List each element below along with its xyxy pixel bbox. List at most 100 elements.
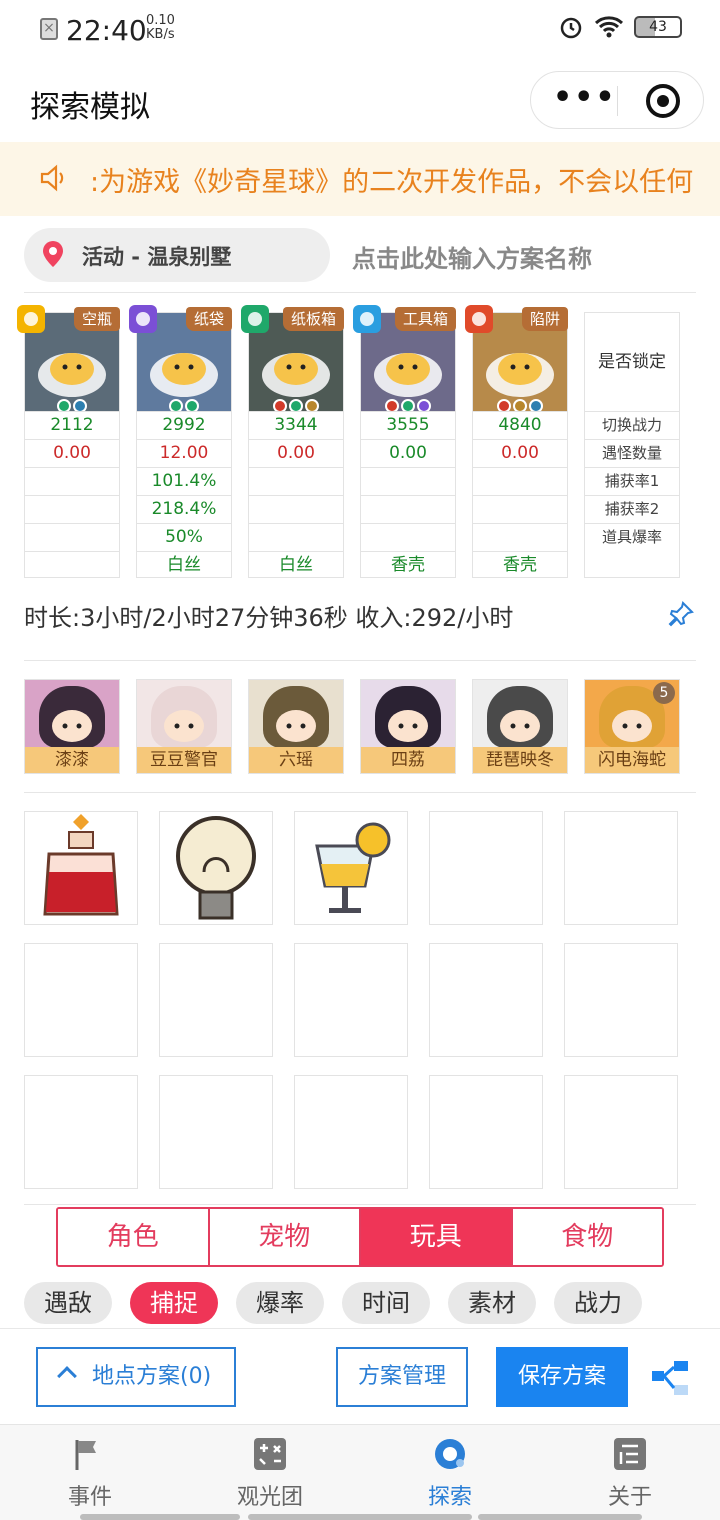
close-target-icon[interactable] [646, 84, 680, 118]
toy-slot-empty[interactable] [564, 1075, 678, 1189]
share-icon[interactable] [650, 1359, 690, 1399]
character-face [276, 710, 316, 742]
chevron-up-icon [57, 1366, 77, 1386]
wifi-icon [594, 16, 624, 38]
character-card[interactable]: 琵琶映冬 [472, 679, 568, 774]
lock-row[interactable]: 道具爆率 [585, 523, 679, 551]
plan-name-input[interactable]: 点击此处输入方案名称 [352, 239, 592, 274]
category-tabs: 角色 宠物 玩具 食物 [56, 1207, 664, 1267]
no-sim-icon: × [40, 18, 58, 40]
tab-role[interactable]: 角色 [58, 1209, 210, 1265]
miniprogram-capsule: ••• [530, 71, 704, 129]
toy-slot-empty[interactable] [429, 1075, 543, 1189]
nav-label: 事件 [67, 1485, 112, 1510]
character-card[interactable]: 六瑶 [248, 679, 344, 774]
divider [24, 792, 696, 793]
character-card[interactable]: 漆漆 [24, 679, 120, 774]
toy-slot-empty[interactable] [429, 943, 543, 1057]
character-name: 琵琶映冬 [473, 747, 567, 773]
character-card[interactable]: 闪电海蛇 5 [584, 679, 680, 774]
toy-slot-empty[interactable] [159, 943, 273, 1057]
flag-icon [75, 1440, 96, 1470]
character-face [164, 710, 204, 742]
capsule-divider [617, 86, 618, 116]
lock-row[interactable]: 捕获率1 [585, 467, 679, 495]
toy-slot-empty[interactable] [564, 811, 678, 925]
pet-catch2 [473, 495, 567, 523]
speed-unit: KB/s [146, 27, 175, 42]
toy-slot-empty[interactable] [294, 1075, 408, 1189]
filter-chip-material[interactable]: 素材 [448, 1282, 536, 1324]
toy-slot[interactable] [294, 811, 408, 925]
pet-item: 白丝 [249, 551, 343, 579]
location-plans-button[interactable]: 地点方案(0) [36, 1347, 236, 1407]
pet-power: 4840 [473, 411, 567, 439]
tab-toy[interactable]: 玩具 [361, 1209, 513, 1265]
toy-slot-empty[interactable] [159, 1075, 273, 1189]
pet-column[interactable]: 纸袋 2992 12.00 101.4% 218.4% 50% 白丝 [129, 305, 232, 579]
explore-icon [435, 1439, 465, 1469]
save-plan-button[interactable]: 保存方案 [496, 1347, 628, 1407]
pet-power: 2992 [137, 411, 231, 439]
action-bar: 地点方案(0) 方案管理 保存方案 [0, 1328, 720, 1424]
pin-icon[interactable] [668, 601, 694, 627]
page-title: 探索模拟 [30, 90, 150, 125]
tab-pet[interactable]: 宠物 [209, 1209, 361, 1265]
nav-item-about[interactable]: 关于 [570, 1437, 690, 1511]
character-card[interactable]: 四荔 [360, 679, 456, 774]
lock-row[interactable]: 遇怪数量 [585, 439, 679, 467]
alarm-icon [560, 17, 582, 39]
tab-food[interactable]: 食物 [512, 1209, 662, 1265]
toy-slot-empty[interactable] [564, 943, 678, 1057]
pet-column[interactable]: 陷阱 4840 0.00 香壳 [465, 305, 568, 578]
pet-catch2 [25, 495, 119, 523]
toy-slot-empty[interactable] [24, 943, 138, 1057]
character-name: 漆漆 [25, 747, 119, 773]
more-icon[interactable]: ••• [553, 80, 617, 115]
filter-chip-drop-rate[interactable]: 爆率 [236, 1282, 324, 1324]
element-icon [241, 305, 269, 333]
lock-row[interactable]: 切换战力 [585, 411, 679, 439]
lock-column: 是否锁定 切换战力 遇怪数量 捕获率1 捕获率2 道具爆率 [584, 312, 680, 578]
toy-slot-empty[interactable] [429, 811, 543, 925]
location-selector[interactable]: 活动 - 温泉别墅 [24, 228, 330, 282]
speed-value: 0.10 [146, 13, 175, 28]
toy-slot[interactable] [159, 811, 273, 925]
plan-manage-button[interactable]: 方案管理 [336, 1347, 468, 1407]
toy-slot[interactable] [24, 811, 138, 925]
light-bulb-icon [176, 816, 256, 920]
pet-power: 3555 [361, 411, 455, 439]
filter-chip-time[interactable]: 时间 [342, 1282, 430, 1324]
pet-item: 白丝 [137, 551, 231, 579]
pet-tag: 纸袋 [185, 307, 232, 331]
toy-slot-empty[interactable] [24, 1075, 138, 1189]
pet-column[interactable]: 空瓶 2112 0.00 [17, 305, 120, 578]
pet-tag: 空瓶 [73, 307, 120, 331]
pet-tag: 纸板箱 [282, 307, 344, 331]
character-card[interactable]: 豆豆警官 [136, 679, 232, 774]
pet-column[interactable]: 工具箱 3555 0.00 香壳 [353, 305, 456, 578]
nav-item-events[interactable]: 事件 [30, 1437, 150, 1511]
lock-row[interactable]: 捕获率2 [585, 495, 679, 523]
pet-column[interactable]: 纸板箱 3344 0.00 白丝 [241, 305, 344, 579]
pet-encounter: 0.00 [25, 439, 119, 467]
character-face [388, 710, 428, 742]
lock-header[interactable]: 是否锁定 [585, 313, 679, 411]
pet-catch1: 101.4% [137, 467, 231, 495]
toy-slot-empty[interactable] [294, 943, 408, 1057]
filter-chip-encounter[interactable]: 遇敌 [24, 1282, 112, 1324]
nav-item-tour[interactable]: 观光团 [210, 1437, 330, 1511]
character-avatar [375, 686, 441, 748]
level-badge: 5 [653, 682, 675, 704]
character-name: 六瑶 [249, 747, 343, 773]
notice-text: :为游戏《妙奇星球》的二次开发作品，不会以任何 [90, 167, 694, 198]
pet-encounter: 12.00 [137, 439, 231, 467]
pet-drop [361, 523, 455, 551]
duration-income-text: 时长:3小时/2小时27分钟36秒 收入:292/小时 [24, 604, 514, 632]
pet-catch1 [361, 467, 455, 495]
character-name: 豆豆警官 [137, 747, 231, 773]
nav-item-explore[interactable]: 探索 [390, 1437, 510, 1511]
filter-chip-capture[interactable]: 捕捉 [130, 1282, 218, 1324]
filter-chip-power[interactable]: 战力 [554, 1282, 642, 1324]
home-indicator [248, 1514, 472, 1520]
